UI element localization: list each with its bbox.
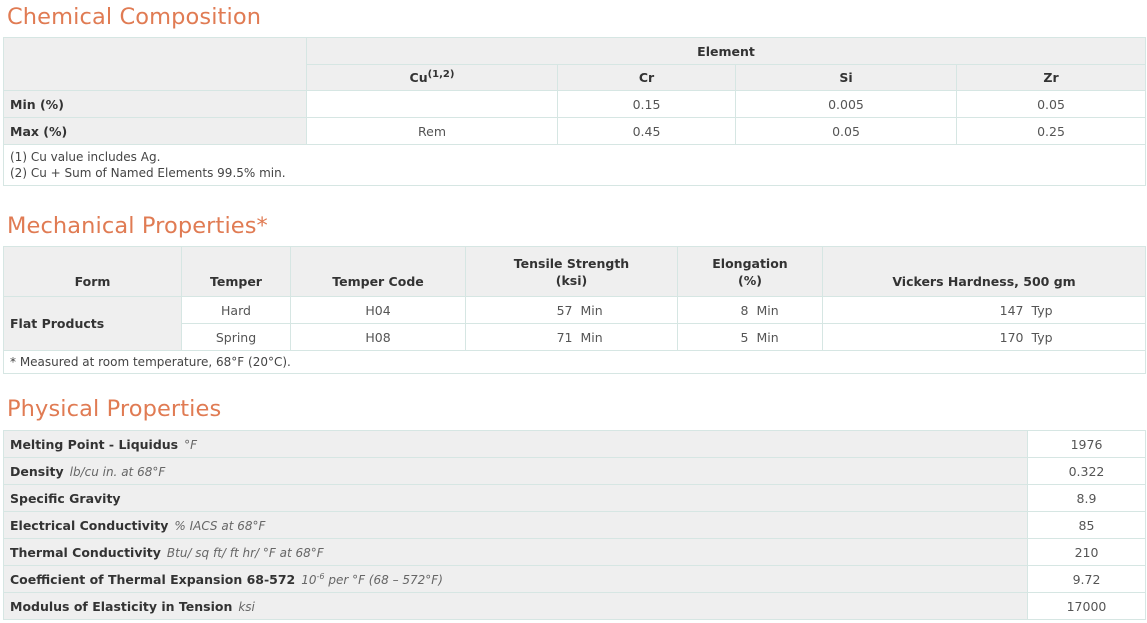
cell-value <box>306 90 558 118</box>
table-row: Density lb/cu in. at 68°F 0.322 <box>3 457 1146 485</box>
property-label: Specific Gravity <box>3 484 1028 512</box>
temper-cell: Hard <box>181 296 291 324</box>
property-value: 210 <box>1027 538 1146 566</box>
property-label: Thermal Conductivity Btu/ sq ft/ ft hr/ °… <box>3 538 1028 566</box>
property-value: 8.9 <box>1027 484 1146 512</box>
cell-value: Rem <box>306 117 558 145</box>
table-row: Specific Gravity 8.9 <box>3 484 1146 512</box>
chemical-footnotes: (1) Cu value includes Ag. (2) Cu + Sum o… <box>3 144 1146 186</box>
table-row: Thermal Conductivity Btu/ sq ft/ ft hr/ °… <box>3 538 1146 566</box>
row-label-min: Min (%) <box>3 90 307 118</box>
chemical-composition-title: Chemical Composition <box>7 4 262 30</box>
physical-properties-table: Melting Point - Liquidus °F 1976 Density l… <box>3 430 1146 620</box>
property-value: 85 <box>1027 511 1146 539</box>
property-label: Electrical Conductivity% IACS at 68°F <box>3 511 1028 539</box>
column-header-form: Form <box>3 246 182 297</box>
cell-value: 0.15 <box>557 90 736 118</box>
property-value: 17000 <box>1027 592 1146 620</box>
column-header-zr: Zr <box>956 64 1146 91</box>
column-header-hardness: Vickers Hardness, 500 gm <box>822 246 1146 297</box>
cell-value: 0.05 <box>956 90 1146 118</box>
column-header-cu: Cu(1,2) <box>306 64 558 91</box>
property-label: Melting Point - Liquidus °F <box>3 430 1028 458</box>
cell-value: 0.45 <box>557 117 736 145</box>
row-label-max: Max (%) <box>3 117 307 145</box>
footnote: (1) Cu value includes Ag. <box>10 150 161 164</box>
table-row: Electrical Conductivity% IACS at 68°F 85 <box>3 511 1146 539</box>
table-row: Max (%) Rem 0.45 0.05 0.25 <box>3 117 1146 145</box>
cell-value: 0.005 <box>735 90 957 118</box>
temper-code-cell: H04 <box>290 296 466 324</box>
column-header-cr: Cr <box>557 64 736 91</box>
mechanical-properties-table: Form Temper Temper Code Tensile Strength… <box>3 246 1146 374</box>
cell-value: 0.25 <box>956 117 1146 145</box>
property-label: Coefficient of Thermal Expansion 68-572 1… <box>3 565 1028 593</box>
property-value: 9.72 <box>1027 565 1146 593</box>
table-row: Melting Point - Liquidus °F 1976 <box>3 430 1146 458</box>
column-header-tensile: Tensile Strength (ksi) <box>465 246 678 297</box>
elongation-cell: 8 Min <box>677 296 823 324</box>
column-header-temper: Temper <box>181 246 291 297</box>
footnote: (2) Cu + Sum of Named Elements 99.5% min… <box>10 166 286 180</box>
property-value: 0.322 <box>1027 457 1146 485</box>
tensile-cell: 71 Min <box>465 323 678 351</box>
form-cell: Flat Products <box>3 296 182 351</box>
chemical-composition-table: Element Cu(1,2) Cr Si Zr Min (%) 0.15 0.… <box>3 37 1146 186</box>
table-row: Min (%) 0.15 0.005 0.05 <box>3 90 1146 118</box>
column-header-si: Si <box>735 64 957 91</box>
cell-value: 0.05 <box>735 117 957 145</box>
column-header-temper-code: Temper Code <box>290 246 466 297</box>
temper-code-cell: H08 <box>290 323 466 351</box>
element-header: Element <box>306 37 1146 65</box>
property-value: 1976 <box>1027 430 1146 458</box>
mechanical-properties-title: Mechanical Properties* <box>7 213 268 239</box>
table-row: Modulus of Elasticity in Tension ksi 1700… <box>3 592 1146 620</box>
table-row: Coefficient of Thermal Expansion 68-572 1… <box>3 565 1146 593</box>
hardness-cell: 170 Typ <box>822 323 1146 351</box>
hardness-cell: 147 Typ <box>822 296 1146 324</box>
tensile-cell: 57 Min <box>465 296 678 324</box>
temper-cell: Spring <box>181 323 291 351</box>
elongation-cell: 5 Min <box>677 323 823 351</box>
column-header-elongation: Elongation (%) <box>677 246 823 297</box>
property-label: Modulus of Elasticity in Tension ksi <box>3 592 1028 620</box>
table-row: Flat Products Hard H04 57 Min 8 Min 147 Typ <box>3 296 1146 351</box>
chem-corner-cell <box>3 37 307 91</box>
physical-properties-title: Physical Properties <box>7 396 222 422</box>
property-label: Density lb/cu in. at 68°F <box>3 457 1028 485</box>
mechanical-footnote: * Measured at room temperature, 68°F (20… <box>3 350 1146 374</box>
